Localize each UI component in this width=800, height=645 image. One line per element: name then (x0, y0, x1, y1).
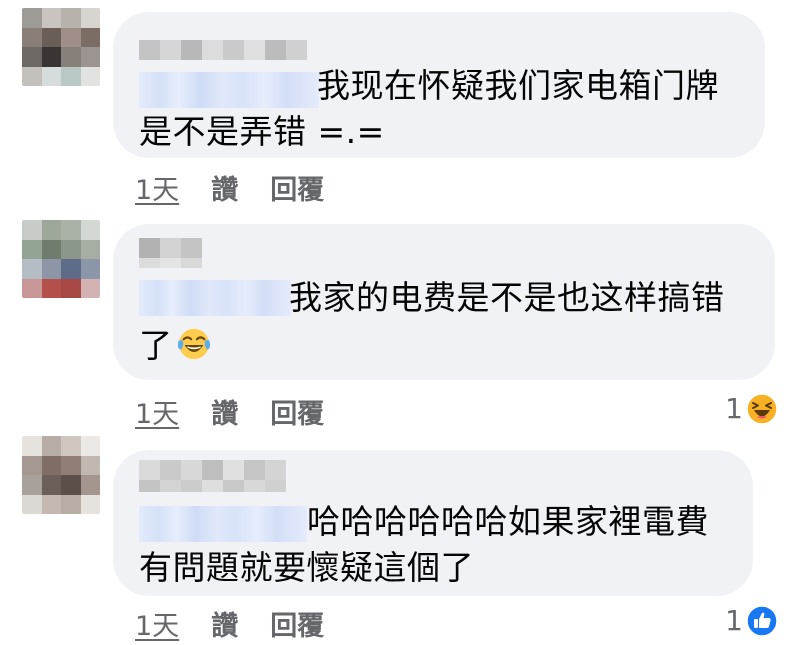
like-reaction-icon (746, 604, 778, 637)
author-name-blurred[interactable] (139, 460, 286, 480)
avatar[interactable] (22, 8, 100, 86)
comment-time-link[interactable]: 1天 (135, 168, 179, 207)
haha-reaction-icon (746, 392, 778, 425)
like-button[interactable]: 讚 (211, 604, 238, 643)
reaction-summary[interactable]: 1 (725, 604, 778, 637)
comment-bubble: 我家的电费是不是也这样搞错 了 (113, 224, 775, 380)
mention-tag-blurred[interactable] (139, 506, 307, 542)
comment-time-link[interactable]: 1天 (135, 392, 179, 431)
comment-text-line2-content: 了 (139, 326, 173, 365)
reaction-summary[interactable]: 1 (725, 392, 778, 425)
comment-text-line2: 了 (139, 322, 211, 369)
laughing-tears-emoji (177, 328, 210, 360)
comment-text-line1: 哈哈哈哈哈哈如果家裡電費 (307, 502, 709, 541)
comment-actions: 1天 讚 回覆 (135, 604, 324, 643)
reply-button[interactable]: 回覆 (270, 392, 324, 431)
comment-bubble: 哈哈哈哈哈哈如果家裡電費 有問題就要懷疑這個了 (113, 450, 753, 596)
avatar[interactable] (22, 436, 100, 514)
comment-time-link[interactable]: 1天 (135, 604, 179, 643)
comment-text-line1: 我现在怀疑我们家电箱门牌 (317, 66, 719, 105)
comment-actions: 1天 讚 回覆 (135, 168, 324, 207)
comment-text-line2: 有問題就要懷疑這個了 (139, 548, 474, 587)
author-name-blurred[interactable] (139, 40, 307, 60)
reaction-count: 1 (725, 604, 743, 637)
author-name-blurred[interactable] (139, 238, 202, 258)
comment-text-line1: 我家的电费是不是也这样搞错 (289, 278, 725, 317)
avatar[interactable] (22, 220, 100, 298)
like-button[interactable]: 讚 (211, 168, 238, 207)
mention-tag-blurred[interactable] (139, 280, 291, 316)
comment-actions: 1天 讚 回覆 (135, 392, 324, 431)
comment-text-line2: 是不是弄错 =.= (139, 112, 385, 151)
reply-button[interactable]: 回覆 (270, 604, 324, 643)
comment-bubble: 我现在怀疑我们家电箱门牌 是不是弄错 =.= (113, 12, 765, 158)
author-name-blurred-2 (139, 480, 286, 492)
reaction-count: 1 (725, 392, 743, 425)
mention-tag-blurred[interactable] (139, 72, 319, 108)
like-button[interactable]: 讚 (211, 392, 238, 431)
reply-button[interactable]: 回覆 (270, 168, 324, 207)
author-name-blurred-2 (139, 258, 202, 268)
